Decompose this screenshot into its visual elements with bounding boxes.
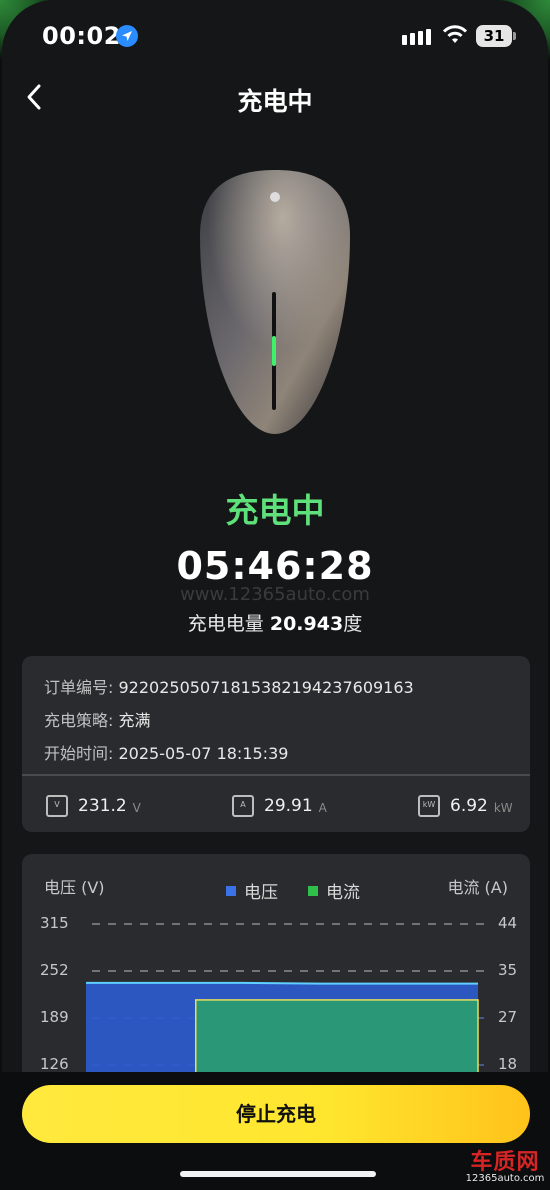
- brand-logo: 车质网 12365auto.com: [462, 1144, 548, 1188]
- order-number-row: 订单编号: 92202505071815382194237609163: [44, 674, 414, 698]
- energy-label: 充电电量: [187, 613, 264, 635]
- power-unit: kW: [493, 801, 513, 815]
- battery-level: 31: [476, 25, 512, 47]
- current-metric: A 29.91 A: [232, 794, 327, 818]
- power-value: 6.92: [450, 796, 488, 816]
- power-metric: kW 6.92 kW: [418, 794, 513, 818]
- charger-device-image: [200, 170, 350, 434]
- current-value: 29.91: [264, 796, 313, 816]
- status-time: 00:02: [42, 22, 121, 50]
- current-meter-icon: A: [232, 795, 254, 817]
- voltage-unit: V: [132, 801, 141, 815]
- status-bar: 00:02 31: [2, 0, 548, 70]
- strategy-row: 充电策略: 充满: [44, 707, 151, 731]
- watermark: www.12365auto.com: [180, 584, 370, 605]
- stop-charging-button[interactable]: 停止充电: [22, 1085, 530, 1143]
- charging-status-text: 充电中: [225, 491, 325, 530]
- voltage-series-line: [86, 981, 478, 985]
- voltage-value: 231.2: [78, 796, 127, 816]
- start-time-label: 开始时间:: [44, 744, 114, 763]
- battery-tip: [513, 32, 516, 40]
- voltage-metric: V 231.2 V: [46, 794, 141, 818]
- current-unit: A: [318, 801, 327, 815]
- power-meter-icon: kW: [418, 795, 440, 817]
- start-time-value: 2025-05-07 18:15:39: [118, 744, 289, 763]
- app-screen: 00:02 31 充电中 充电中 05:46:28 www.12365auto.…: [2, 0, 548, 1190]
- voltage-meter-icon: V: [46, 795, 68, 817]
- start-time-row: 开始时间: 2025-05-07 18:15:39: [44, 740, 288, 764]
- strategy-value: 充满: [118, 711, 151, 730]
- order-number-label: 订单编号:: [44, 678, 114, 697]
- location-arrow-icon: [116, 25, 138, 47]
- energy-unit: 度: [343, 613, 363, 635]
- charging-duration: 05:46:28: [176, 544, 374, 588]
- order-info-card: 订单编号: 92202505071815382194237609163 充电策略…: [22, 656, 530, 832]
- strategy-label: 充电策略:: [44, 711, 114, 730]
- cellular-signal-icon: [402, 29, 431, 45]
- energy-value: 20.943: [269, 613, 344, 635]
- order-number-value: 92202505071815382194237609163: [118, 678, 414, 697]
- card-divider: [22, 774, 530, 776]
- charged-energy: 充电电量 20.943度: [2, 609, 548, 636]
- page-title: 充电中: [237, 87, 313, 116]
- home-indicator[interactable]: [180, 1171, 376, 1177]
- wifi-icon: [442, 25, 468, 43]
- brand-name: 车质网: [470, 1150, 540, 1175]
- brand-url: 12365auto.com: [465, 1173, 545, 1184]
